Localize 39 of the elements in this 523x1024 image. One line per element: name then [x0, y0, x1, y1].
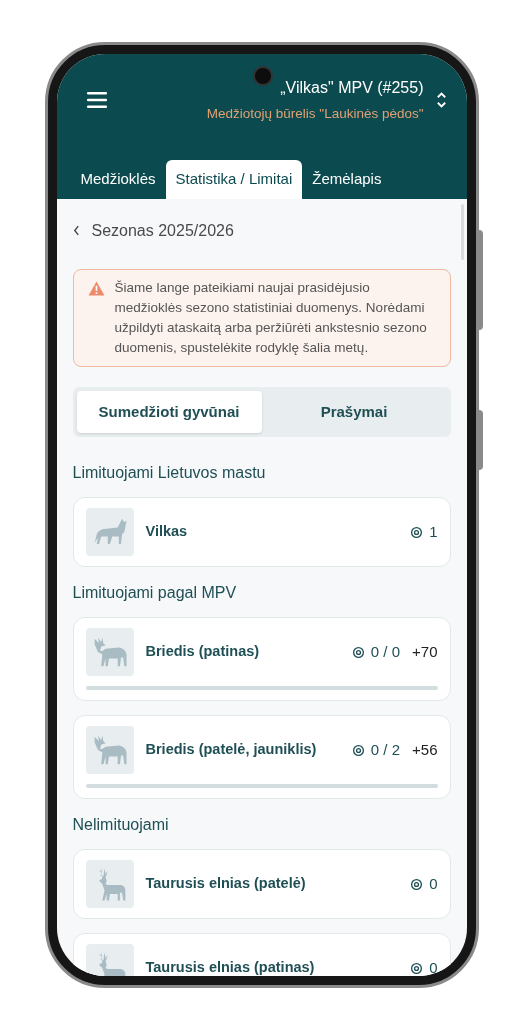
segment-tab[interactable]: Prašymai: [261, 390, 447, 434]
section-heading: Limituojami Lietuvos mastu: [72, 463, 267, 484]
warning-icon: [87, 280, 105, 296]
animal-name: Taurusis elnias (patinas): [145, 958, 316, 976]
animal-name: Vilkas: [145, 522, 189, 542]
menu-icon[interactable]: [86, 92, 107, 109]
target-icon: [351, 645, 365, 659]
segment-tab[interactable]: Sumedžioti gyvūnai: [76, 390, 262, 434]
section-heading: Nelimituojami: [72, 815, 170, 836]
harvest-count: 0: [429, 874, 438, 894]
back-chevron-icon[interactable]: [72, 225, 80, 237]
scrollbar-thumb: [460, 204, 464, 260]
animal-card[interactable]: Taurusis elnias (patelė) 0: [72, 849, 451, 920]
target-icon: [351, 743, 365, 757]
quota-extra: +70: [412, 642, 438, 662]
harvest-count: 1: [429, 522, 438, 542]
animal-name: Briedis (patelė, jauniklis): [145, 740, 318, 760]
animal-card[interactable]: Briedis (patinas) 0 / 0 +70: [72, 617, 451, 702]
harvest-count: 0 / 0: [370, 642, 401, 662]
section-heading: Limituojami pagal MPV: [72, 583, 238, 604]
animal-card[interactable]: Vilkas 1: [72, 497, 451, 568]
harvest-count: 0 / 2: [370, 740, 401, 760]
animal-card[interactable]: Taurusis elnias (patinas) 0: [72, 933, 451, 976]
hunting-area-title: „Vilkas" MPV (#255): [280, 78, 424, 98]
animal-card[interactable]: Briedis (patelė, jauniklis) 0 / 2 +56: [72, 715, 451, 800]
season-label[interactable]: Sezonas 2025/2026: [91, 218, 234, 243]
quota-extra: +56: [412, 740, 438, 760]
target-icon: [410, 877, 424, 891]
chevron-up-down-icon[interactable]: [435, 90, 447, 111]
club-subtitle: Medžiotojų būrelis "Laukinės pėdos": [206, 105, 424, 123]
animal-name: Briedis (patinas): [145, 642, 261, 662]
alert-text: Šiame lange pateikiami naujai prasidėjusio medžioklės sezono statistiniai duomenys. Norėdami užpildyti ataskaitą arba peržiūrėti ankstesnio sezono duomenis, spustelėkite rodyklę šalia metų.: [114, 278, 428, 357]
target-icon: [410, 961, 424, 975]
animal-name: Taurusis elnias (patelė): [145, 874, 307, 894]
harvest-count: 0: [429, 958, 438, 976]
nav-tab[interactable]: Žemėlapis: [304, 160, 390, 199]
nav-tab[interactable]: Medžioklės: [72, 160, 164, 199]
nav-tab[interactable]: Statistika / Limitai: [165, 160, 303, 199]
target-icon: [410, 525, 424, 539]
